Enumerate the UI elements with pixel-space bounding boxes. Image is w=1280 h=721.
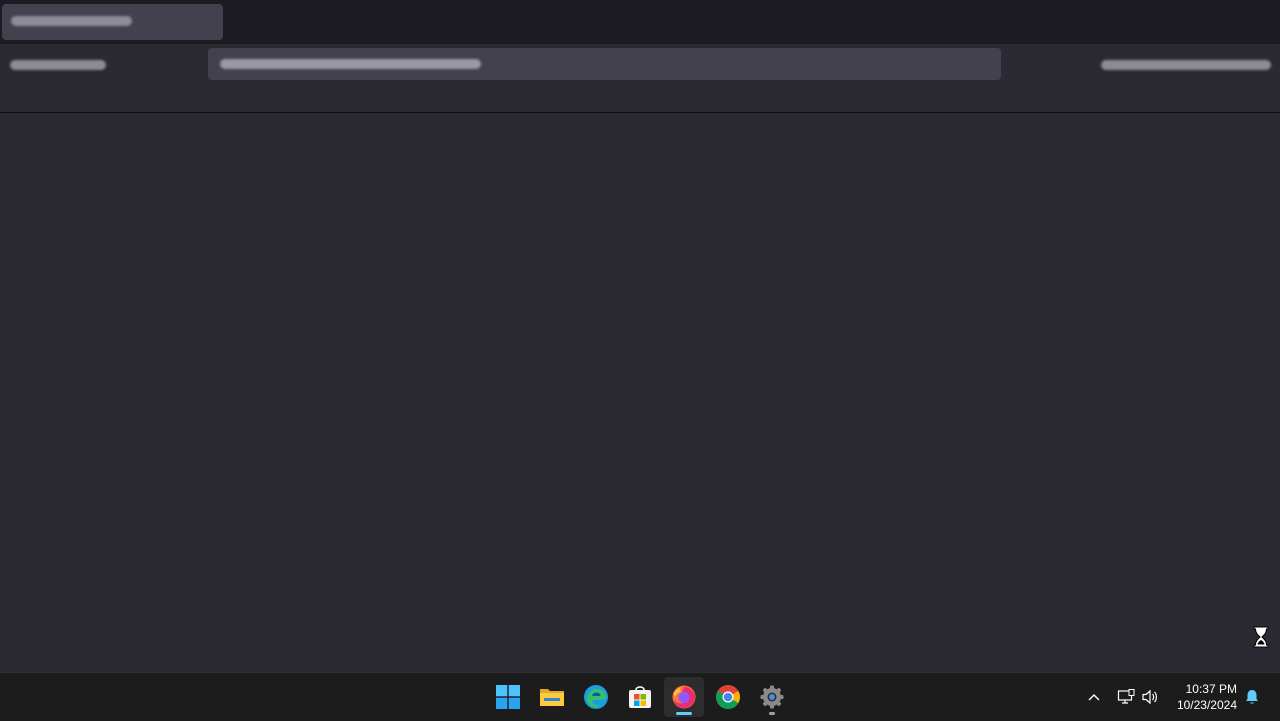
address-bar-placeholder xyxy=(220,59,481,69)
volume-button[interactable] xyxy=(1138,673,1162,721)
edge-button[interactable] xyxy=(576,677,616,717)
store-icon xyxy=(629,686,651,708)
clock[interactable]: 10:37 PM 10/23/2024 xyxy=(1177,681,1237,713)
notifications-button[interactable] xyxy=(1241,673,1263,721)
firefox-icon xyxy=(672,685,696,709)
volume-icon xyxy=(1142,689,1157,705)
start-button[interactable] xyxy=(488,677,528,717)
file-explorer-button[interactable] xyxy=(532,677,572,717)
nav-buttons-placeholder[interactable] xyxy=(10,60,106,70)
browser-tab-strip xyxy=(0,0,1280,44)
gear-icon xyxy=(760,685,784,709)
active-app-indicator xyxy=(676,712,692,715)
show-hidden-icons-button[interactable] xyxy=(1082,673,1106,721)
browser-toolbar xyxy=(0,44,1280,113)
address-bar[interactable] xyxy=(208,48,1001,80)
settings-button[interactable] xyxy=(752,677,792,717)
running-app-indicator xyxy=(769,712,775,715)
network-icon xyxy=(1117,689,1135,704)
hourglass-cursor-icon xyxy=(1253,626,1269,648)
edge-icon xyxy=(584,685,608,709)
toolbar-actions-placeholder[interactable] xyxy=(1101,60,1271,70)
folder-icon xyxy=(540,689,564,706)
clock-date: 10/23/2024 xyxy=(1176,698,1237,712)
windows-logo-icon xyxy=(496,685,520,709)
chevron-up-icon xyxy=(1088,694,1100,701)
clock-time: 10:37 PM xyxy=(1185,682,1237,696)
network-button[interactable] xyxy=(1114,673,1138,721)
bell-icon xyxy=(1246,690,1258,704)
chrome-icon xyxy=(716,685,740,710)
tab-title-placeholder xyxy=(11,16,132,26)
microsoft-store-button[interactable] xyxy=(620,677,660,717)
firefox-button[interactable] xyxy=(664,677,704,717)
taskbar: 10:37 PM 10/23/2024 xyxy=(0,672,1280,721)
browser-tab[interactable] xyxy=(2,4,223,40)
chrome-button[interactable] xyxy=(708,677,748,717)
page-content xyxy=(0,113,1280,672)
